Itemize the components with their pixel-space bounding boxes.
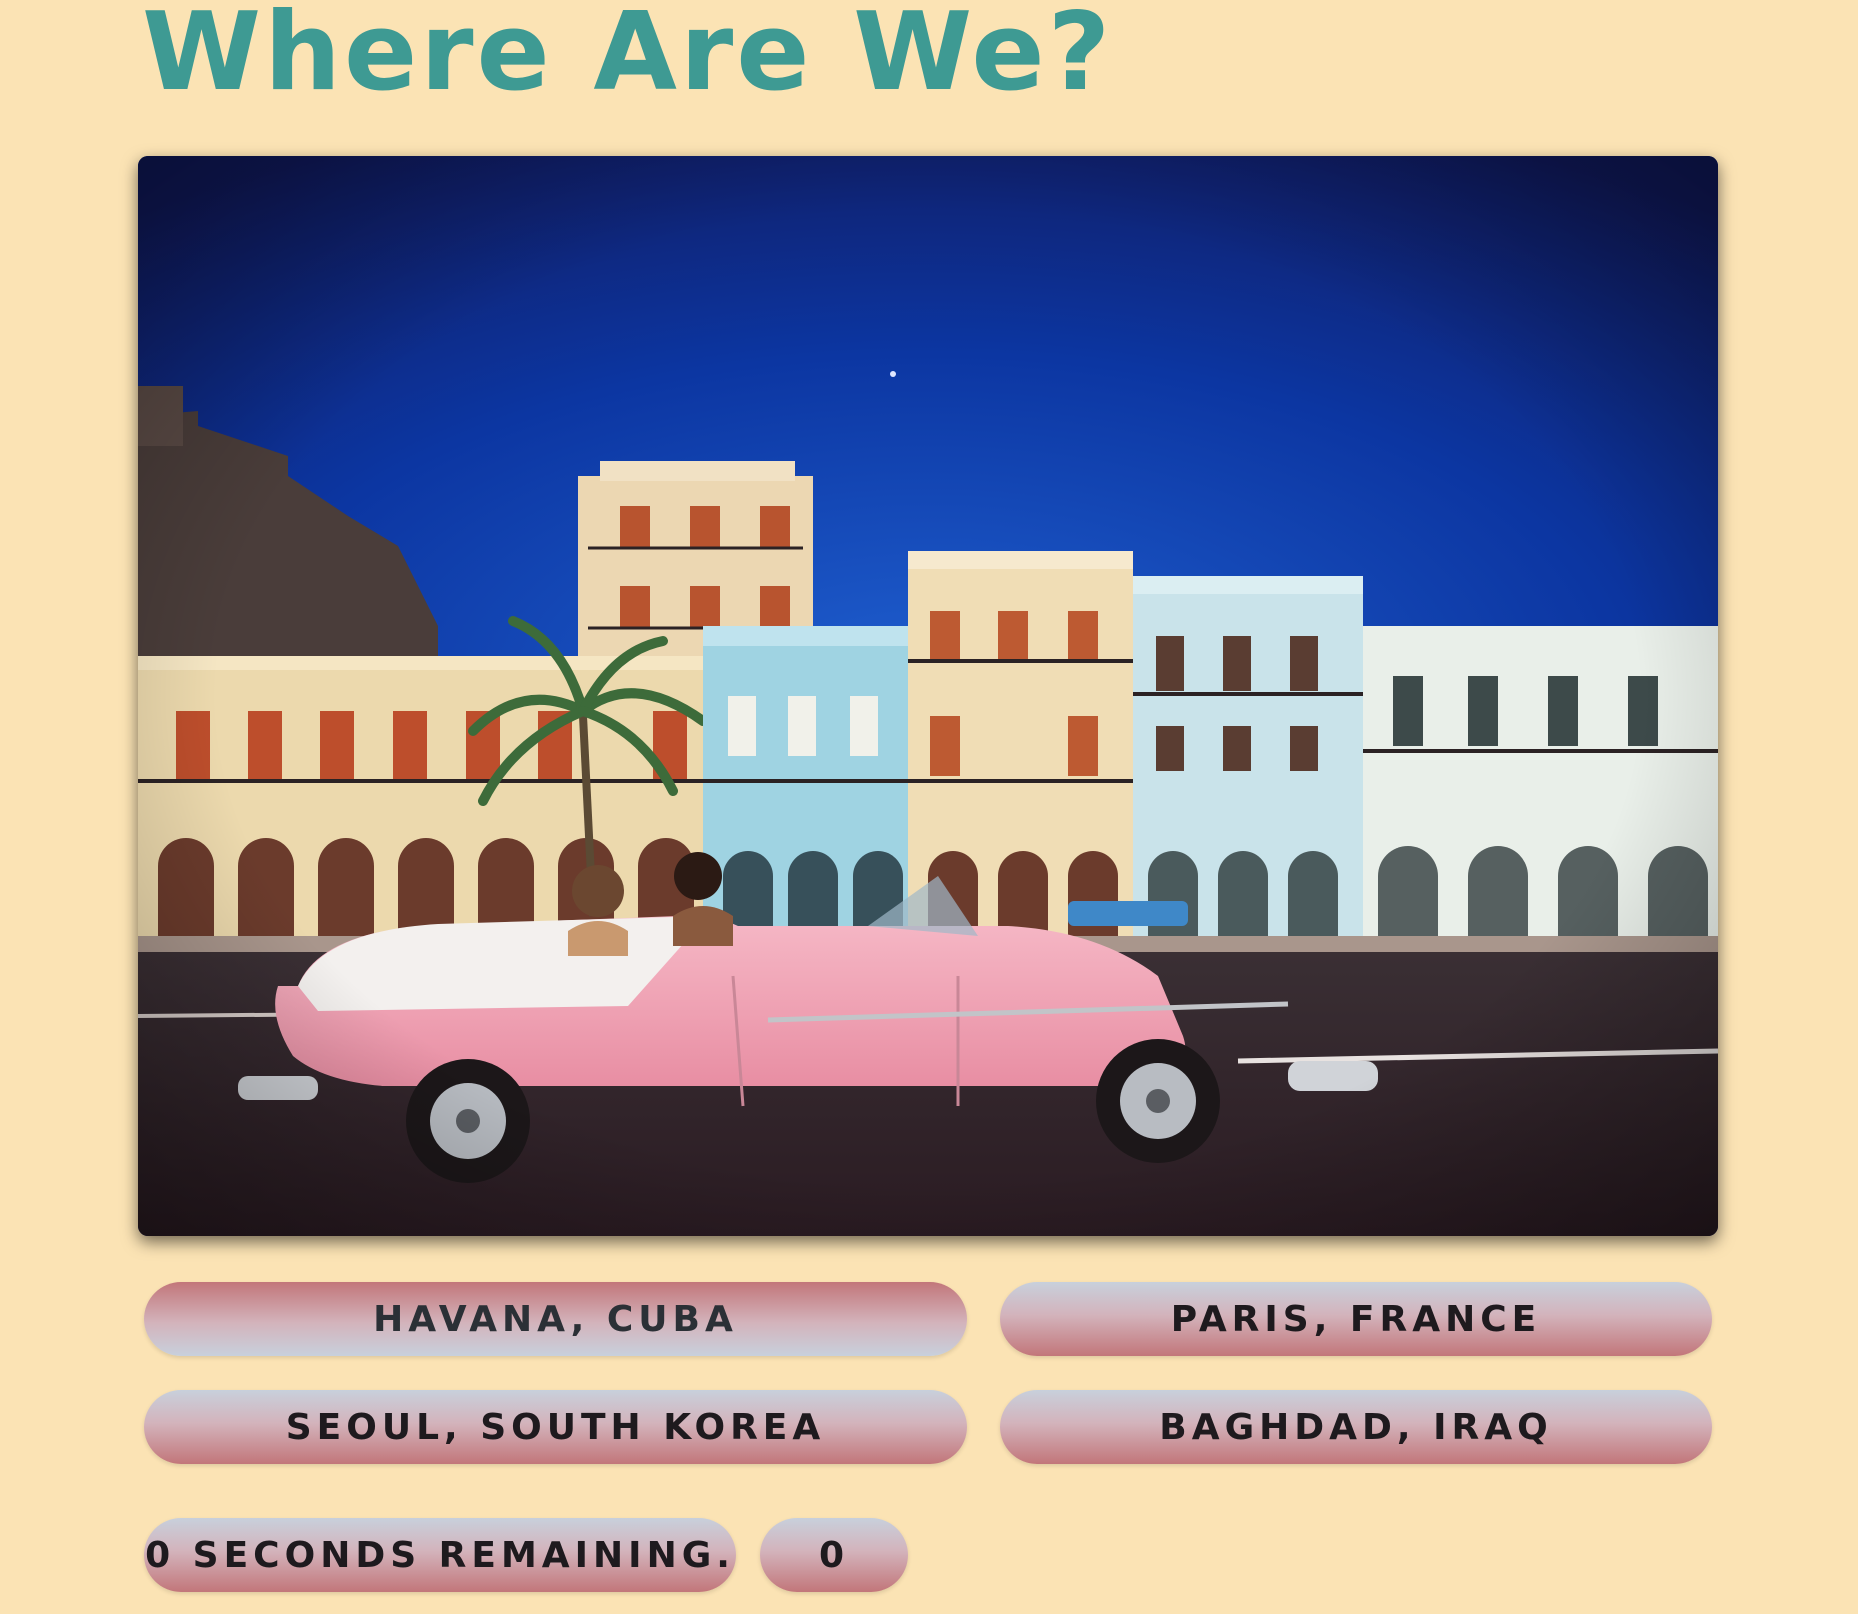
answer-button-seoul[interactable]: Seoul, South Korea — [144, 1390, 967, 1464]
location-photo — [138, 156, 1718, 1236]
answer-button-havana[interactable]: Havana, Cuba — [144, 1282, 967, 1356]
game-page: Where Are We? HAVANA, CUBA PARIS, FRANCE… — [0, 0, 1858, 1614]
timer-display: 0 seconds remaining. — [144, 1518, 736, 1592]
score-display: 0 — [760, 1518, 908, 1592]
street-scene-image — [138, 156, 1718, 1236]
answer-button-paris[interactable]: Paris, France — [1000, 1282, 1712, 1356]
answer-button-baghdad[interactable]: Baghdad, Iraq — [1000, 1390, 1712, 1464]
page-title: Where Are We? — [142, 0, 1114, 115]
